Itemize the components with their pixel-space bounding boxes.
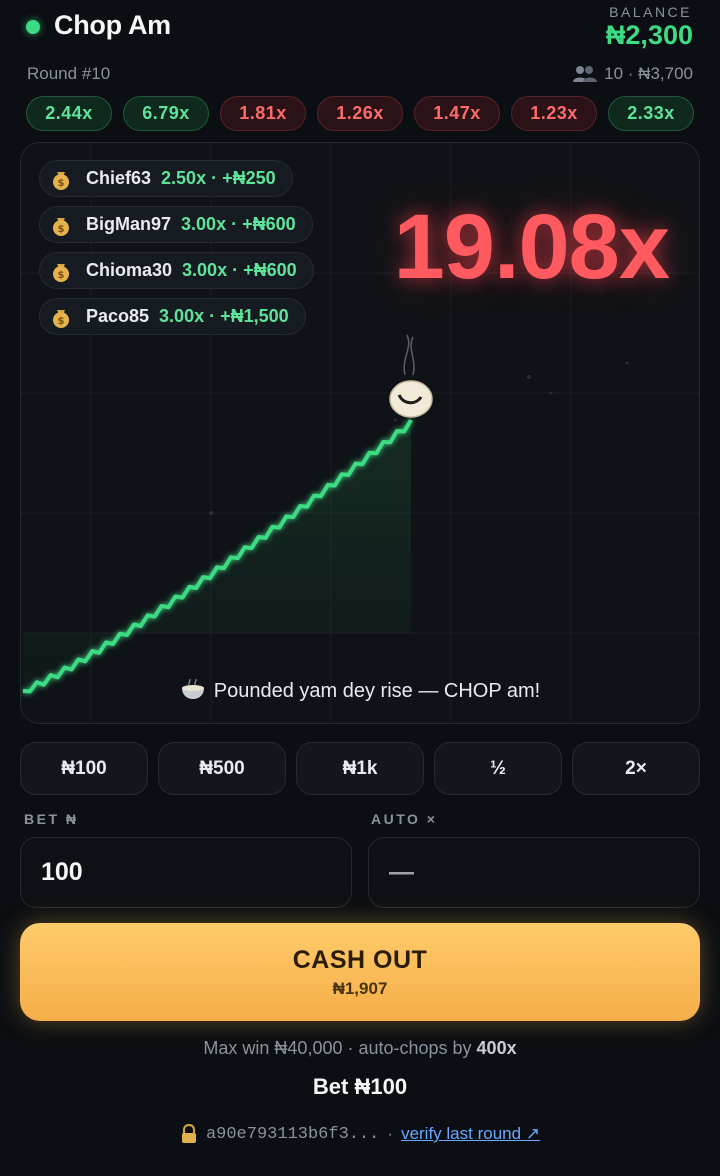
- svg-text:$: $: [58, 316, 65, 327]
- users-icon: [573, 66, 598, 82]
- moneybag-icon: $: [53, 171, 69, 190]
- verify-last-round-link[interactable]: verify last round ↗: [401, 1124, 540, 1144]
- curve-area: [23, 420, 411, 692]
- player-win: 2.50x · +₦250: [161, 168, 276, 188]
- auto-cashout-input[interactable]: —: [368, 837, 700, 908]
- cashout-chip: $ BigMan97 3.00x · +₦600: [39, 206, 313, 243]
- player-win: 3.00x · +₦1,500: [159, 306, 289, 326]
- bowl-icon: [181, 678, 204, 699]
- bet-field-label: BET ₦: [24, 811, 79, 827]
- moneybag-icon: $: [53, 217, 69, 236]
- moneybag-icon: $: [53, 309, 69, 328]
- current-bet: Bet ₦100: [312, 1074, 408, 1099]
- cashout-chip: $ Chioma30 3.00x · +₦600: [39, 252, 314, 289]
- cash-out-label: CASH OUT: [292, 945, 428, 974]
- half-bet-button[interactable]: ½: [434, 742, 562, 795]
- balance-value: ₦2,300: [605, 20, 693, 50]
- app-title: Chop Am: [54, 10, 171, 40]
- history-pill: 1.81x: [220, 96, 306, 131]
- history-pill: 2.44x: [26, 96, 112, 131]
- steam: [403, 334, 415, 376]
- cashout-chip: $ Chief63 2.50x · +₦250: [39, 160, 293, 197]
- double-bet-button[interactable]: 2×: [572, 742, 700, 795]
- round-label: Round #10: [27, 64, 111, 83]
- players-count: 10 · ₦3,700: [604, 64, 693, 83]
- player-name: Chioma30: [86, 260, 173, 280]
- player-win: 3.00x · +₦600: [181, 214, 296, 234]
- svg-text:$: $: [58, 224, 65, 235]
- status-dot: [26, 20, 40, 34]
- game-message-text: Pounded yam dey rise — CHOP am!: [213, 680, 541, 702]
- quick-bet-100-button[interactable]: ₦100: [20, 742, 148, 795]
- auto-field-label: AUTO ×: [371, 811, 438, 827]
- history-pill: 6.79x: [123, 96, 209, 131]
- quick-bet-500-button[interactable]: ₦500: [158, 742, 286, 795]
- player-name: BigMan97: [86, 214, 172, 234]
- max-win-info: Max win ₦40,000 · auto-chops by 400x: [0, 1038, 720, 1059]
- quick-bet-row: ₦100 ₦500 ₦1k ½ 2×: [20, 742, 700, 795]
- max-win-text: Max win ₦40,000 · auto-chops by: [203, 1038, 477, 1058]
- player-name: Paco85: [86, 306, 150, 326]
- multiplier-history: 2.44x 6.79x 1.81x 1.26x 1.47x 1.23x 2.33…: [26, 96, 694, 131]
- lock-icon: [181, 1124, 196, 1143]
- cash-out-amount: ₦1,907: [332, 978, 388, 998]
- cash-out-button[interactable]: CASH OUT ₦1,907: [20, 923, 700, 1021]
- history-pill: 1.47x: [414, 96, 500, 131]
- provably-fair-line: a90e793113b6f3... · verify last round ↗: [0, 1124, 720, 1144]
- yam-ball-icon: [389, 380, 433, 418]
- players-info: 10 · ₦3,700: [572, 64, 693, 84]
- svg-text:$: $: [58, 178, 65, 189]
- game-message: Pounded yam dey rise — CHOP am!: [21, 678, 699, 703]
- bet-amount-input[interactable]: 100: [20, 837, 352, 908]
- hash-separator: ·: [387, 1124, 394, 1143]
- round-hash: a90e793113b6f3...: [205, 1124, 380, 1144]
- history-pill: 1.23x: [511, 96, 597, 131]
- max-win-multiplier: 400x: [476, 1038, 517, 1058]
- game-board: $ Chief63 2.50x · +₦250 $ BigMan97 3.00x…: [20, 142, 700, 724]
- history-pill: 2.33x: [608, 96, 694, 131]
- player-win: 3.00x · +₦600: [182, 260, 297, 280]
- current-multiplier: 19.08x: [393, 196, 670, 298]
- quick-bet-1k-button[interactable]: ₦1k: [296, 742, 424, 795]
- cashout-chip: $ Paco85 3.00x · +₦1,500: [39, 298, 306, 335]
- player-name: Chief63: [86, 168, 152, 188]
- balance-label: BALANCE: [609, 4, 692, 20]
- history-pill: 1.26x: [317, 96, 403, 131]
- svg-text:$: $: [58, 270, 65, 281]
- header: Chop Am BALANCE ₦2,300: [0, 0, 720, 60]
- moneybag-icon: $: [53, 263, 69, 282]
